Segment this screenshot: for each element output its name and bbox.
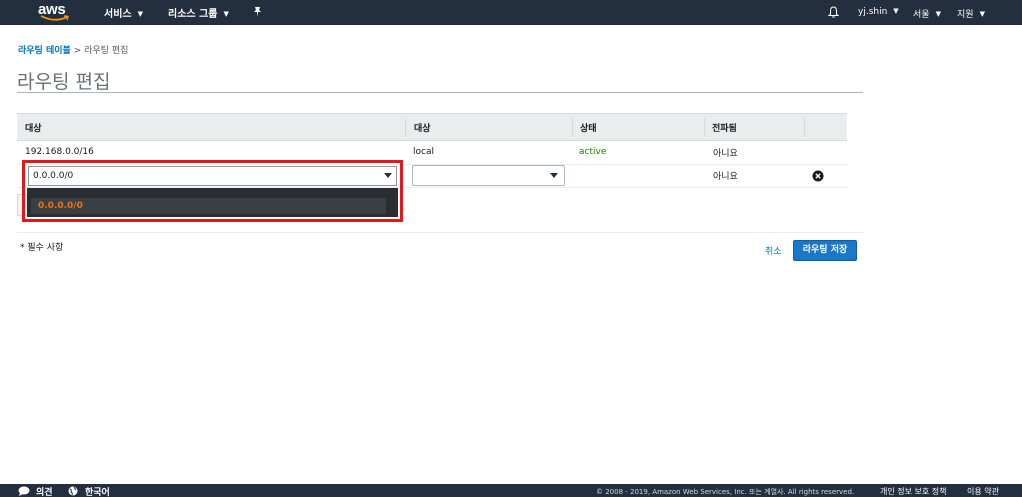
route-propagated: 아니요 xyxy=(713,172,738,182)
column-header-destination: 대상 xyxy=(25,124,42,134)
chevron-down-icon: ▼ xyxy=(137,10,143,18)
breadcrumb-route-tables-link[interactable]: 라우팅 테이블 xyxy=(18,46,71,56)
cancel-button[interactable]: 취소 xyxy=(765,244,782,257)
region-menu-label: 서울 xyxy=(913,10,930,20)
column-header-propagated: 전파됨 xyxy=(712,124,737,134)
resource-groups-menu[interactable]: 리소스 그룹 ▼ xyxy=(168,5,229,20)
chevron-down-icon: ▼ xyxy=(935,10,941,18)
route-propagated: 아니요 xyxy=(713,149,738,159)
target-select[interactable] xyxy=(412,165,565,186)
form-divider xyxy=(17,232,863,233)
save-routes-button[interactable]: 라우팅 저장 xyxy=(793,240,857,261)
highlight-box xyxy=(22,160,403,222)
region-menu[interactable]: 서울 ▼ xyxy=(913,7,941,20)
speech-bubble-icon xyxy=(18,486,30,496)
bell-icon[interactable] xyxy=(828,6,839,18)
chevron-down-icon: ▼ xyxy=(893,7,899,15)
support-menu[interactable]: 지원 ▼ xyxy=(957,7,985,20)
user-menu[interactable]: yj.shin ▼ xyxy=(858,7,899,17)
column-divider xyxy=(405,118,406,137)
breadcrumb-current: 라우팅 편집 xyxy=(84,46,129,56)
pin-icon[interactable] xyxy=(252,6,263,18)
terms-link[interactable]: 이용 약관 xyxy=(967,486,999,497)
required-note: * 필수 사항 xyxy=(20,243,64,253)
bottom-bar: 의견 한국어 © 2008 - 2019, Amazon Web Service… xyxy=(0,484,1022,497)
title-divider xyxy=(17,92,863,93)
chevron-down-icon: ▼ xyxy=(979,10,985,18)
column-header-target: 대상 xyxy=(414,124,431,134)
globe-icon xyxy=(68,486,78,496)
column-divider xyxy=(572,118,573,137)
column-divider xyxy=(804,118,805,137)
user-menu-label: yj.shin xyxy=(858,7,888,17)
route-target: local xyxy=(413,147,434,157)
breadcrumb-separator: > xyxy=(73,46,82,56)
resource-groups-menu-label: 리소스 그룹 xyxy=(168,9,218,20)
column-header-status: 상태 xyxy=(580,124,597,134)
top-navigation-bar: aws 서비스 ▼ 리소스 그룹 ▼ yj.shin ▼ 서울 ▼ 지원 ▼ xyxy=(0,0,1022,25)
chevron-down-icon[interactable] xyxy=(550,173,558,178)
page-title: 라우팅 편집 xyxy=(17,71,111,93)
aws-smile-icon xyxy=(40,15,69,21)
services-menu-label: 서비스 xyxy=(104,9,132,20)
aws-logo[interactable]: aws xyxy=(38,1,72,23)
remove-route-icon[interactable] xyxy=(812,170,824,182)
feedback-link[interactable]: 의견 xyxy=(36,485,53,497)
breadcrumb: 라우팅 테이블 > 라우팅 편집 xyxy=(18,43,128,56)
routes-table-header: 대상 대상 상태 전파됨 xyxy=(17,113,847,141)
route-status: active xyxy=(579,147,607,157)
services-menu[interactable]: 서비스 ▼ xyxy=(104,5,143,20)
support-menu-label: 지원 xyxy=(957,10,974,20)
column-divider xyxy=(704,118,705,137)
copyright-text: © 2008 - 2019, Amazon Web Services, Inc.… xyxy=(596,488,855,496)
chevron-down-icon: ▼ xyxy=(223,10,229,18)
language-selector[interactable]: 한국어 xyxy=(85,485,110,497)
route-destination: 192.168.0.0/16 xyxy=(25,147,94,157)
privacy-policy-link[interactable]: 개인 정보 보호 정책 xyxy=(880,486,947,497)
